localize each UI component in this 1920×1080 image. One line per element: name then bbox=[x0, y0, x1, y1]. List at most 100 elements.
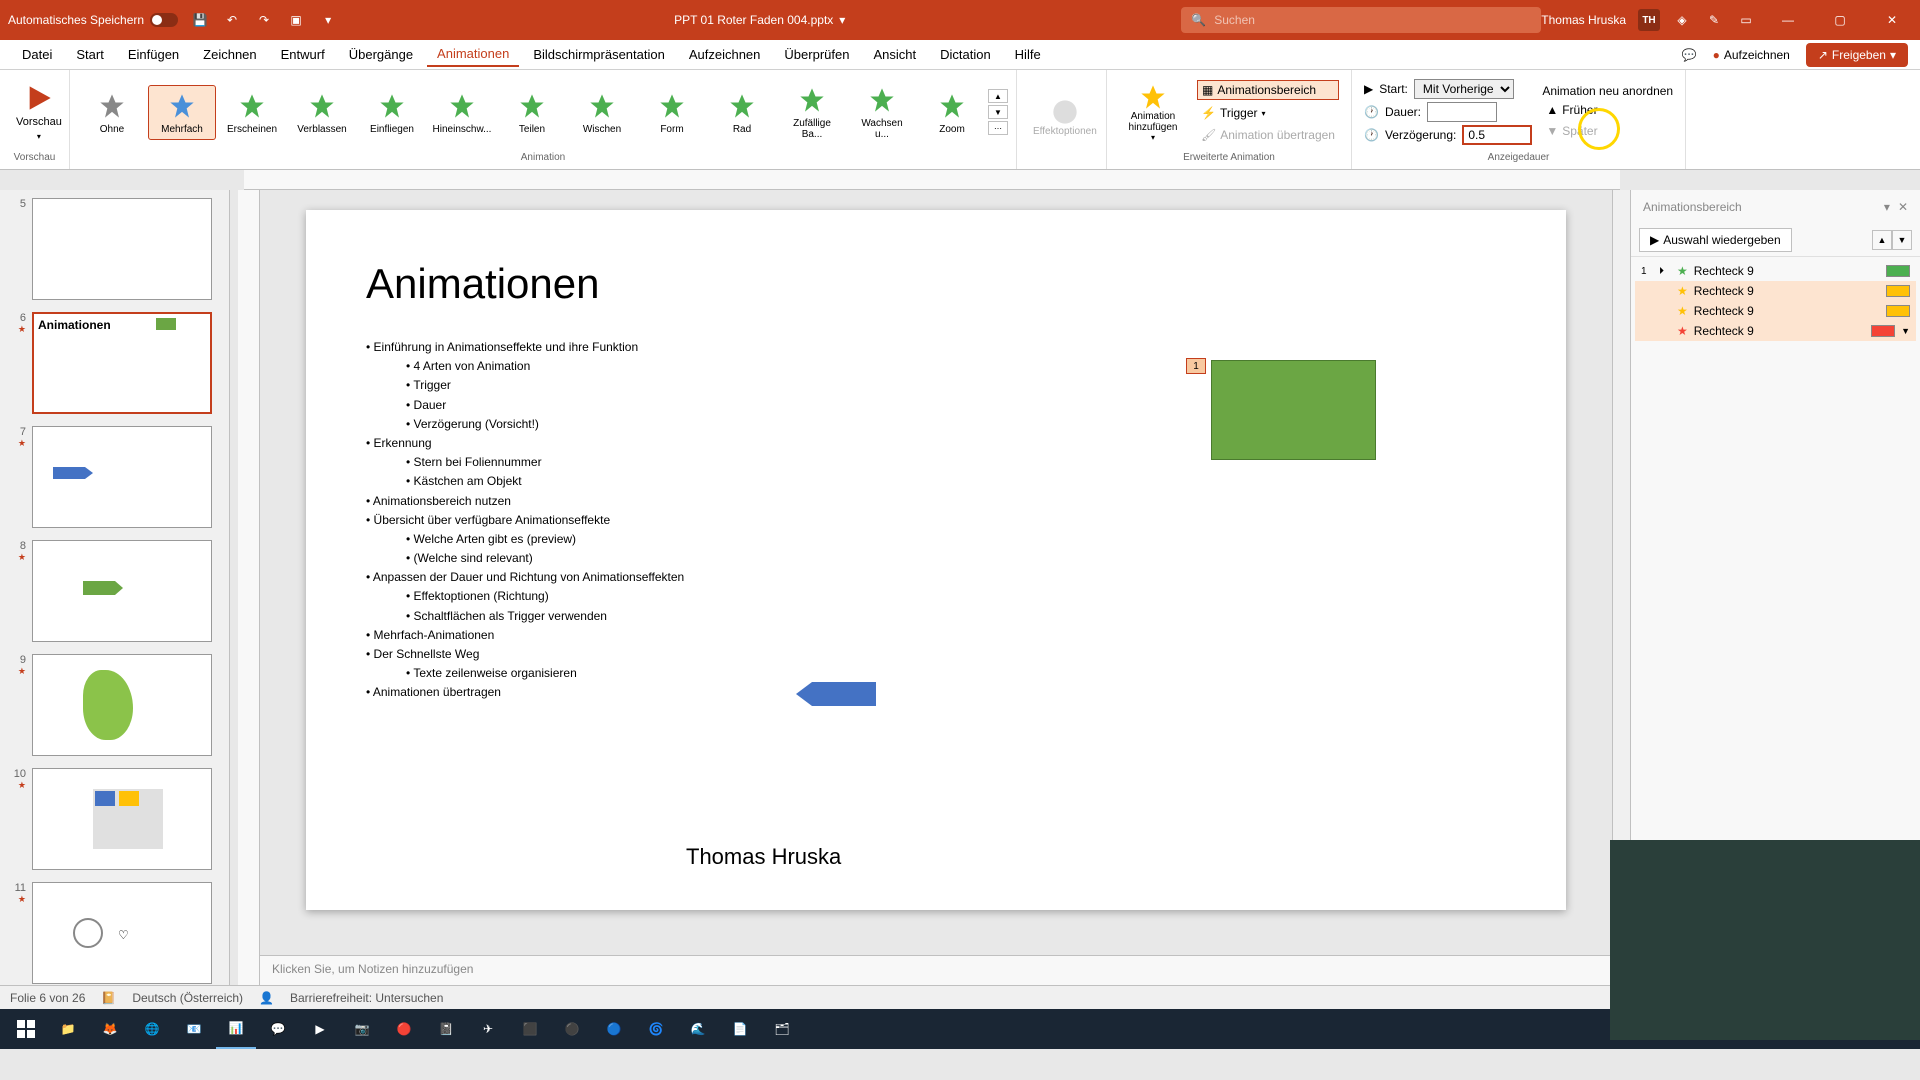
menu-datei[interactable]: Datei bbox=[12, 43, 62, 66]
thumbnail-slide-5[interactable]: 5 bbox=[8, 198, 221, 300]
pane-dropdown-icon[interactable]: ▾ bbox=[1884, 200, 1890, 214]
menu-ueberpruefen[interactable]: Überprüfen bbox=[774, 43, 859, 66]
animation-effect-mehrfach[interactable]: Mehrfach bbox=[148, 85, 216, 140]
spell-icon[interactable]: 📔 bbox=[101, 991, 116, 1005]
app-icon-8[interactable]: 🗂 bbox=[762, 1009, 802, 1049]
menu-ansicht[interactable]: Ansicht bbox=[863, 43, 926, 66]
animation-effect-verblassen[interactable]: Verblassen bbox=[288, 86, 356, 139]
vertical-splitter[interactable] bbox=[230, 190, 238, 985]
app-icon-7[interactable]: 📄 bbox=[720, 1009, 760, 1049]
app-icon-6[interactable]: 🌀 bbox=[636, 1009, 676, 1049]
thumbnail-slide-6[interactable]: 6★Animationen bbox=[8, 312, 221, 414]
chrome-icon[interactable]: 🌐 bbox=[132, 1009, 172, 1049]
menu-hilfe[interactable]: Hilfe bbox=[1005, 43, 1051, 66]
move-down-button[interactable]: ▼ bbox=[1892, 230, 1912, 250]
menu-start[interactable]: Start bbox=[66, 43, 113, 66]
thumbnail-slide-11[interactable]: 11★♡ bbox=[8, 882, 221, 984]
slide-title[interactable]: Animationen bbox=[366, 260, 1506, 308]
pen-icon[interactable]: ✎ bbox=[1704, 10, 1724, 30]
anim-entry-0[interactable]: 1⏵★Rechteck 9 bbox=[1635, 261, 1916, 281]
animation-effect-einfliegen[interactable]: Einfliegen bbox=[358, 86, 426, 139]
thumb-preview[interactable]: ♡ bbox=[32, 882, 212, 984]
slide-canvas[interactable]: Animationen • Einführung in Animationsef… bbox=[306, 210, 1566, 910]
animation-pane-button[interactable]: ▦Animationsbereich bbox=[1197, 80, 1339, 100]
maximize-icon[interactable]: ▢ bbox=[1820, 4, 1860, 36]
onenote-icon[interactable]: 📓 bbox=[426, 1009, 466, 1049]
thumbnail-panel[interactable]: 5 6★Animationen 7★ 8★ 9★ 10★ 11★♡ bbox=[0, 190, 230, 985]
animation-effect-rad[interactable]: Rad bbox=[708, 86, 776, 139]
move-up-button[interactable]: ▲ bbox=[1872, 230, 1892, 250]
edge-icon[interactable]: 🌊 bbox=[678, 1009, 718, 1049]
accessibility-icon[interactable]: 👤 bbox=[259, 991, 274, 1005]
gallery-up-icon[interactable]: ▲ bbox=[988, 89, 1008, 103]
anim-entry-1[interactable]: ★Rechteck 9 bbox=[1635, 281, 1916, 301]
user-badge[interactable]: TH bbox=[1638, 9, 1660, 31]
menu-dictation[interactable]: Dictation bbox=[930, 43, 1001, 66]
close-icon[interactable]: ✕ bbox=[1872, 4, 1912, 36]
undo-icon[interactable]: ↶ bbox=[222, 10, 242, 30]
thumb-preview[interactable] bbox=[32, 540, 212, 642]
start-select[interactable]: Mit Vorheriger bbox=[1414, 79, 1514, 99]
obs-icon[interactable]: ⚫ bbox=[552, 1009, 592, 1049]
menu-zeichnen[interactable]: Zeichnen bbox=[193, 43, 266, 66]
menu-aufzeichnen[interactable]: Aufzeichnen bbox=[679, 43, 771, 66]
telegram-icon[interactable]: ✈ bbox=[468, 1009, 508, 1049]
animation-effect-ohne[interactable]: Ohne bbox=[78, 86, 146, 139]
more-icon[interactable]: ▾ bbox=[318, 10, 338, 30]
preview-button[interactable]: Vorschau▾ bbox=[8, 80, 70, 145]
thumbnail-slide-10[interactable]: 10★ bbox=[8, 768, 221, 870]
thumb-preview[interactable] bbox=[32, 198, 212, 300]
entry-dropdown-icon[interactable]: ▼ bbox=[1901, 326, 1910, 336]
thumb-preview[interactable]: Animationen bbox=[32, 312, 212, 414]
language-text[interactable]: Deutsch (Österreich) bbox=[132, 991, 243, 1005]
menu-bildschirmpraesentation[interactable]: Bildschirmpräsentation bbox=[523, 43, 675, 66]
gallery-down-icon[interactable]: ▼ bbox=[988, 105, 1008, 119]
green-rectangle-shape[interactable] bbox=[1211, 360, 1376, 460]
filename-dropdown-icon[interactable]: ▾ bbox=[839, 13, 845, 27]
app-icon-3[interactable]: 🔴 bbox=[384, 1009, 424, 1049]
author-text[interactable]: Thomas Hruska bbox=[686, 844, 841, 870]
app-icon-2[interactable]: 📷 bbox=[342, 1009, 382, 1049]
minimize-icon[interactable]: — bbox=[1768, 4, 1808, 36]
menu-uebergaenge[interactable]: Übergänge bbox=[339, 43, 423, 66]
animation-effect-hineinschw...[interactable]: Hineinschw... bbox=[428, 86, 496, 139]
save-icon[interactable]: 💾 bbox=[190, 10, 210, 30]
anim-entry-2[interactable]: ★Rechteck 9 bbox=[1635, 301, 1916, 321]
present-icon[interactable]: ▣ bbox=[286, 10, 306, 30]
thumbnail-slide-7[interactable]: 7★ bbox=[8, 426, 221, 528]
animation-tag[interactable]: 1 bbox=[1186, 358, 1206, 374]
play-selection-button[interactable]: ▶Auswahl wiedergeben bbox=[1639, 228, 1792, 252]
duration-input[interactable] bbox=[1427, 102, 1497, 122]
start-button[interactable] bbox=[6, 1009, 46, 1049]
firefox-icon[interactable]: 🦊 bbox=[90, 1009, 130, 1049]
blue-arrow-shape[interactable] bbox=[796, 682, 876, 706]
menu-entwurf[interactable]: Entwurf bbox=[271, 43, 335, 66]
animation-effect-zufällige ba...[interactable]: Zufällige Ba... bbox=[778, 80, 846, 144]
trigger-button[interactable]: ⚡Trigger▾ bbox=[1197, 104, 1339, 122]
animation-effect-zoom[interactable]: Zoom bbox=[918, 86, 986, 139]
app-icon-1[interactable]: 💬 bbox=[258, 1009, 298, 1049]
diamond-icon[interactable]: ◈ bbox=[1672, 10, 1692, 30]
thumbnail-slide-9[interactable]: 9★ bbox=[8, 654, 221, 756]
comments-icon[interactable]: 💬 bbox=[1682, 48, 1697, 62]
animation-effect-wischen[interactable]: Wischen bbox=[568, 86, 636, 139]
record-button[interactable]: ●Aufzeichnen bbox=[1705, 44, 1798, 66]
outlook-icon[interactable]: 📧 bbox=[174, 1009, 214, 1049]
app-icon-5[interactable]: 🔵 bbox=[594, 1009, 634, 1049]
thumbnail-slide-8[interactable]: 8★ bbox=[8, 540, 221, 642]
animation-effect-teilen[interactable]: Teilen bbox=[498, 86, 566, 139]
pane-close-icon[interactable]: ✕ bbox=[1898, 200, 1908, 214]
autosave-toggle[interactable]: Automatisches Speichern bbox=[8, 13, 178, 27]
search-input[interactable] bbox=[1214, 13, 1531, 27]
thumb-preview[interactable] bbox=[32, 654, 212, 756]
earlier-button[interactable]: ▲Früher bbox=[1542, 101, 1673, 119]
toggle-switch[interactable] bbox=[150, 13, 178, 27]
delay-input[interactable] bbox=[1462, 125, 1532, 145]
menu-einfuegen[interactable]: Einfügen bbox=[118, 43, 189, 66]
add-animation-button[interactable]: Animation hinzufügen▾ bbox=[1115, 79, 1191, 146]
window-icon[interactable]: ▭ bbox=[1736, 10, 1756, 30]
powerpoint-icon[interactable]: 📊 bbox=[216, 1009, 256, 1049]
animation-effect-erscheinen[interactable]: Erscheinen bbox=[218, 86, 286, 139]
vlc-icon[interactable]: ▶ bbox=[300, 1009, 340, 1049]
search-box[interactable]: 🔍 bbox=[1181, 7, 1541, 33]
